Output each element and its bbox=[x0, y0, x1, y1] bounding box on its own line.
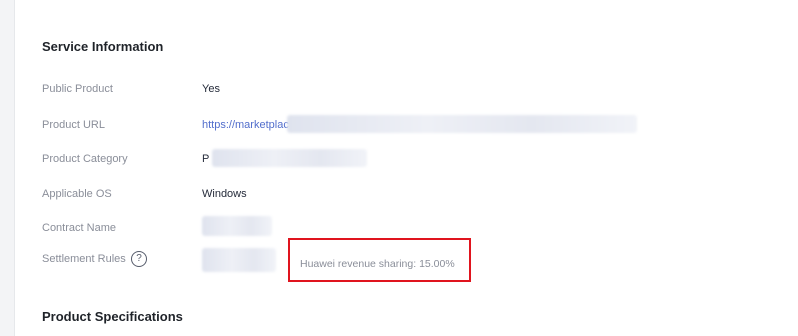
value-applicable-os: Windows bbox=[202, 188, 247, 200]
redacted-settlement-value bbox=[202, 248, 276, 272]
product-url-link[interactable]: https://marketplac bbox=[202, 119, 289, 131]
label-product-url: Product URL bbox=[42, 119, 105, 131]
label-contract-name: Contract Name bbox=[42, 222, 116, 234]
help-icon[interactable]: ? bbox=[131, 251, 147, 267]
revenue-sharing-text: Huawei revenue sharing: 15.00% bbox=[300, 258, 455, 270]
left-rail bbox=[0, 0, 15, 336]
label-applicable-os: Applicable OS bbox=[42, 188, 112, 200]
redacted-url bbox=[287, 115, 637, 133]
redacted-category bbox=[212, 149, 367, 167]
value-public-product: Yes bbox=[202, 83, 220, 95]
label-product-category: Product Category bbox=[42, 153, 128, 165]
section-title-product-specifications: Product Specifications bbox=[42, 309, 183, 324]
redacted-contract-name bbox=[202, 216, 272, 236]
label-settlement-rules: Settlement Rules bbox=[42, 253, 126, 265]
section-title-service-information: Service Information bbox=[42, 39, 164, 54]
label-public-product: Public Product bbox=[42, 83, 113, 95]
value-product-category: P bbox=[202, 153, 210, 165]
